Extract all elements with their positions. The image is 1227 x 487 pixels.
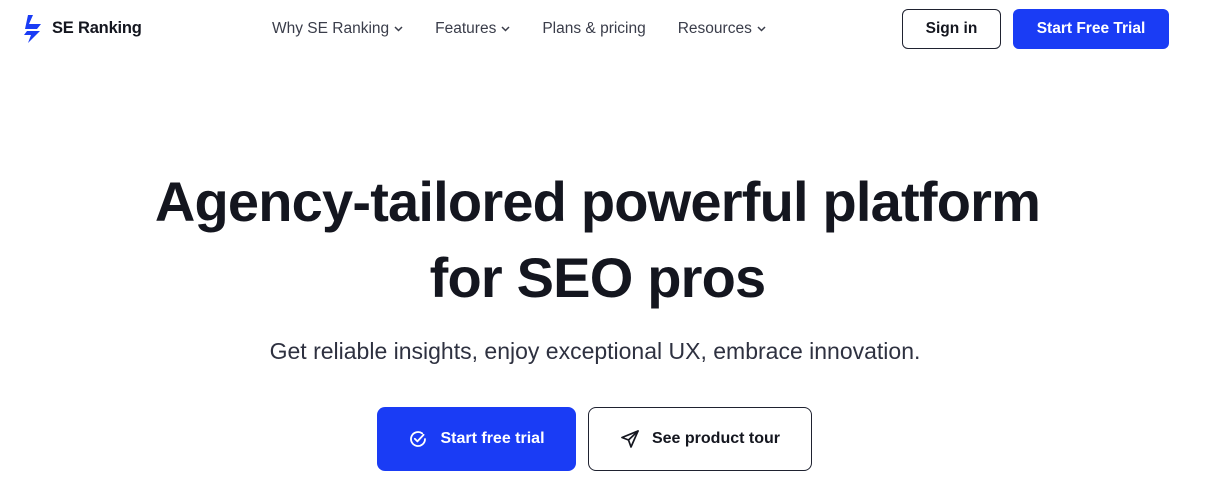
nav-item-label: Features <box>435 20 497 37</box>
logo-link[interactable]: SE Ranking <box>20 14 142 44</box>
logo-text: SE Ranking <box>52 18 142 37</box>
nav-item-label: Why SE Ranking <box>272 20 390 37</box>
see-product-tour-button[interactable]: See product tour <box>588 407 812 471</box>
hero-title-line-2: for SEO pros <box>429 246 767 309</box>
hero-title-line-1: Agency-tailored powerful platform <box>154 170 1041 233</box>
logo-bolt-icon <box>24 15 41 43</box>
check-circle-icon <box>410 431 427 447</box>
start-free-trial-button[interactable]: Start Free Trial <box>1013 9 1169 49</box>
sign-in-button[interactable]: Sign in <box>902 9 1001 49</box>
site-header: SE Ranking Why SE Ranking Features Plans… <box>0 0 1227 58</box>
nav-item-features[interactable]: Features <box>435 20 510 38</box>
cta-primary-label: Start free trial <box>440 430 545 447</box>
chevron-down-icon <box>757 26 766 32</box>
nav-item-label: Resources <box>677 20 752 37</box>
page: SE Ranking Why SE Ranking Features Plans… <box>0 0 1227 487</box>
main-nav: Why SE Ranking Features Plans & pricing … <box>272 18 766 40</box>
nav-item-label: Plans & pricing <box>542 20 646 37</box>
hero-title: Agency-tailored powerful platform for SE… <box>0 164 1195 316</box>
cta-secondary-label: See product tour <box>651 430 780 447</box>
hero-subtitle: Get reliable insights, enjoy exceptional… <box>269 338 921 364</box>
nav-item-why-se-ranking[interactable]: Why SE Ranking <box>272 20 403 38</box>
nav-item-resources[interactable]: Resources <box>678 20 766 38</box>
chevron-down-icon <box>394 26 403 32</box>
nav-item-plans-pricing[interactable]: Plans & pricing <box>542 20 645 38</box>
paper-plane-icon <box>621 430 639 448</box>
start-free-trial-cta-button[interactable]: Start free trial <box>377 407 576 471</box>
chevron-down-icon <box>501 26 510 32</box>
